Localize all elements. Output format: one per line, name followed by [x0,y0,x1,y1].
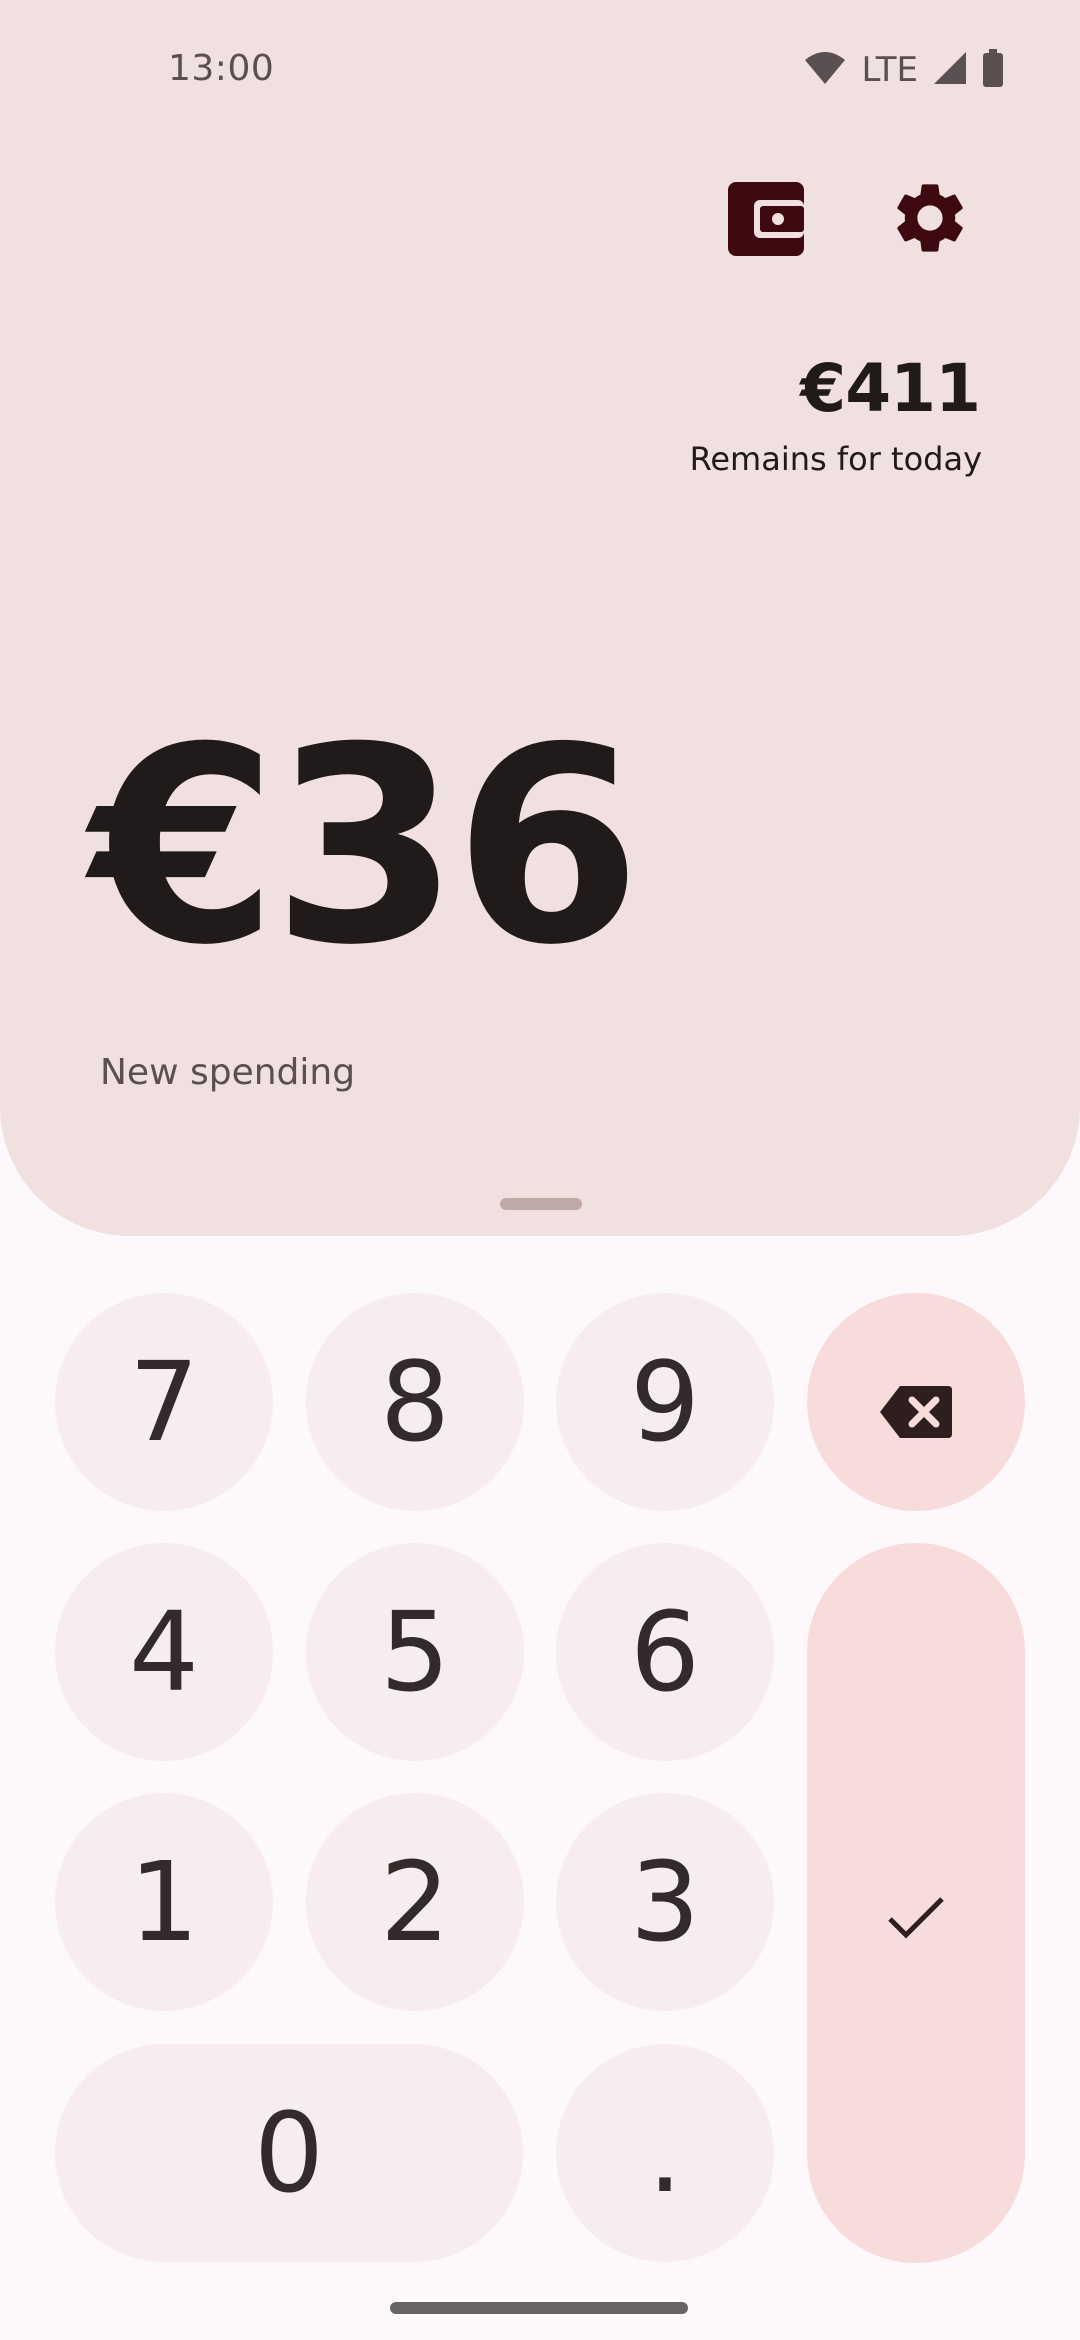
key-3[interactable]: 3 [556,1793,774,2011]
budget-panel: 13:00 LTE €411 Remains for today €36 New… [0,0,1080,1236]
wallet-icon [726,178,806,262]
app-screen: 13:00 LTE €411 Remains for today €36 New… [0,0,1080,2340]
check-icon [886,1839,946,1967]
key-7[interactable]: 7 [55,1293,273,1511]
new-spending-label: New spending [100,1052,356,1093]
key-5[interactable]: 5 [306,1543,524,1761]
spending-amount-display: €36 [90,689,642,1004]
remaining-label: Remains for today [689,440,982,478]
key-0[interactable]: 0 [55,2044,523,2262]
battery-icon [982,49,1004,91]
key-decimal[interactable]: . [556,2044,774,2262]
key-1[interactable]: 1 [55,1793,273,2011]
backspace-button[interactable] [807,1293,1025,1511]
settings-gear-icon [888,176,972,264]
remaining-amount: €411 [800,350,981,427]
key-6[interactable]: 6 [556,1543,774,1761]
settings-button[interactable] [882,172,978,268]
confirm-button[interactable] [807,1543,1025,2263]
key-4[interactable]: 4 [55,1543,273,1761]
backspace-icon [878,1338,954,1466]
key-2[interactable]: 2 [306,1793,524,2011]
wallet-button[interactable] [718,172,814,268]
network-type: LTE [861,50,918,90]
status-icons: LTE [803,49,1004,91]
wifi-icon [803,50,847,90]
status-time: 13:00 [168,48,275,89]
key-8[interactable]: 8 [306,1293,524,1511]
signal-icon [932,50,968,90]
key-9[interactable]: 9 [556,1293,774,1511]
drag-handle[interactable] [500,1198,582,1210]
home-indicator[interactable] [390,2302,688,2314]
